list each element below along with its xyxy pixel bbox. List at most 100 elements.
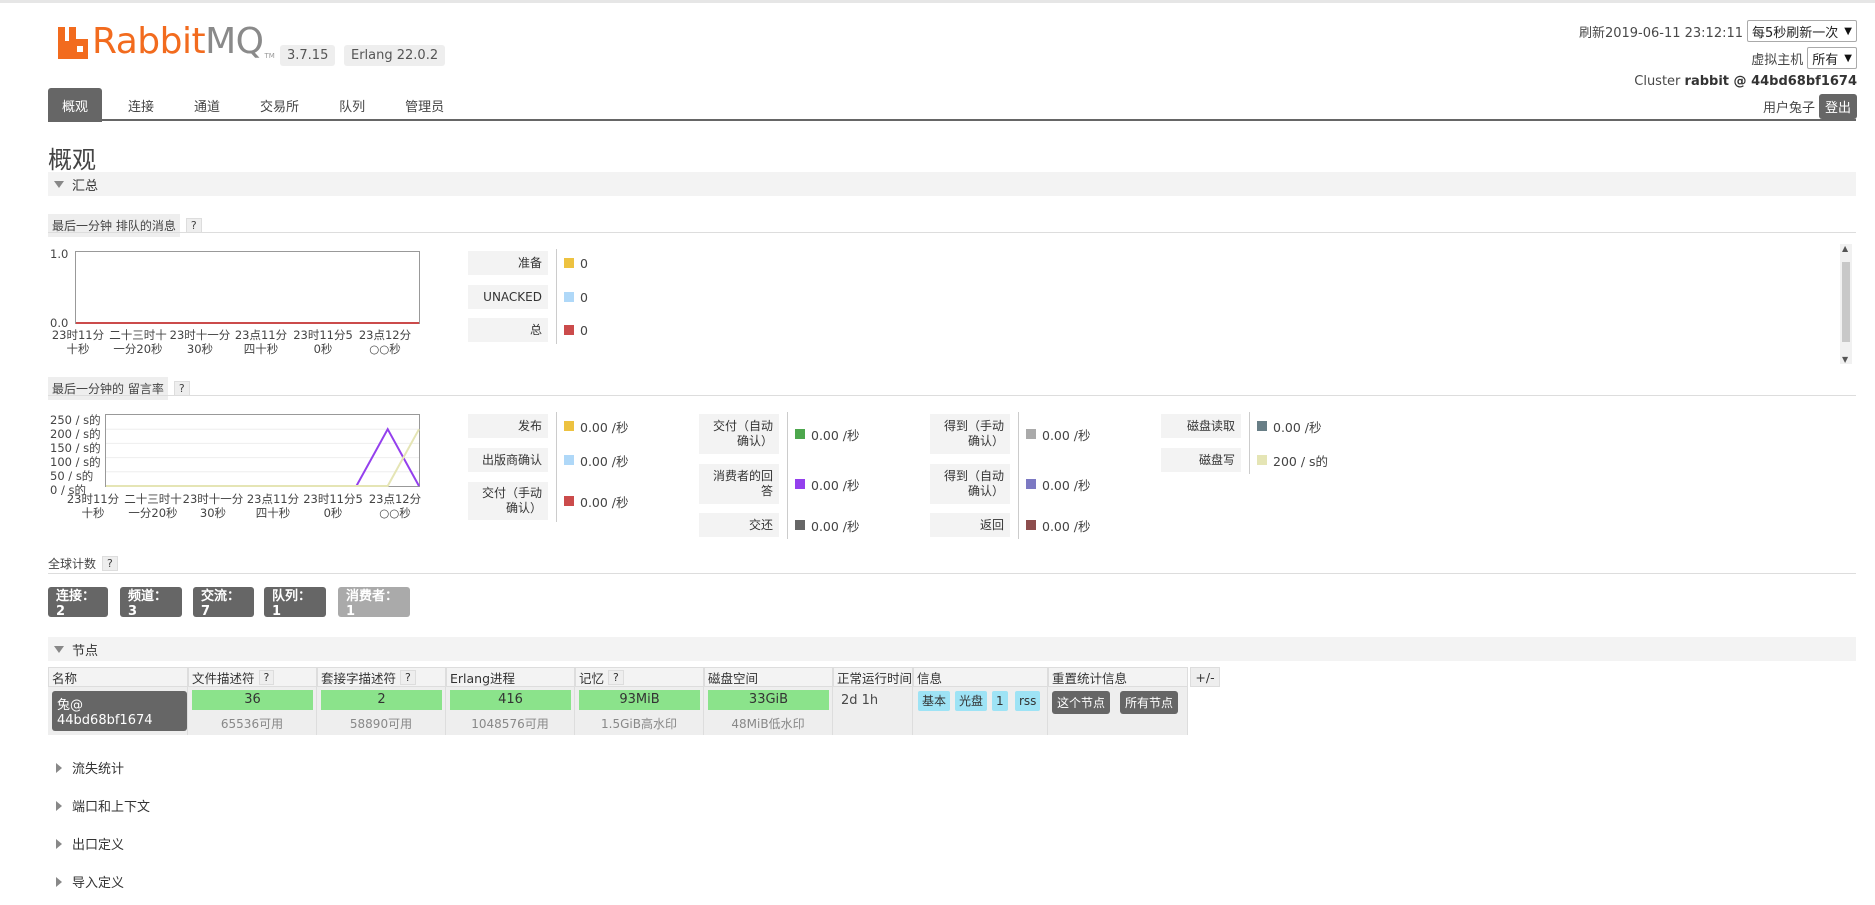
collapsed-section[interactable]: 出口定义	[56, 834, 124, 853]
scroll-thumb[interactable]	[1842, 262, 1850, 342]
tab-exchanges[interactable]: 交易所	[246, 88, 313, 122]
reset-all-nodes-button[interactable]: 所有节点	[1120, 691, 1179, 714]
legend-value: 0	[564, 255, 588, 271]
node-info-cell: 基本 光盘 1 rss	[913, 687, 1048, 735]
node-fd-cell: 36 65536可用	[188, 687, 317, 735]
help-icon[interactable]: ?	[185, 218, 202, 233]
rabbit-logo-icon	[58, 25, 88, 59]
legend-value: 0	[564, 322, 588, 338]
fd-bar: 36	[192, 690, 313, 710]
rates-range-link[interactable]: 最后一分钟的	[52, 382, 124, 396]
info-badge[interactable]: 1	[992, 691, 1008, 711]
legend-separator	[787, 412, 788, 539]
x-tick-label: 23点11分四十秒	[246, 492, 300, 520]
legend-swatch	[795, 479, 805, 489]
legend-value: 0.00 /秒	[564, 493, 629, 510]
nodes-column-header: 重置统计信息	[1048, 667, 1188, 687]
x-tick-label: 23点12分○○秒	[358, 328, 412, 356]
x-tick-label: 二十三时十一分20秒	[124, 492, 182, 520]
x-tick-label: 二十三时十一分20秒	[109, 328, 167, 356]
fd-limit: 65536可用	[220, 717, 284, 731]
tab-connections[interactable]: 连接	[114, 88, 168, 122]
queued-title-text: 排队的消息	[115, 219, 176, 233]
legend-value: 200 / s的	[1257, 452, 1328, 469]
legend-value-text: 0.00 /秒	[811, 477, 860, 493]
legend-label: 返回	[930, 513, 1010, 537]
vhost-value: 所有	[1812, 52, 1839, 68]
refreshed-time: 刷新2019-06-11 23:12:11	[1578, 25, 1744, 41]
x-tick-label: 23点11分四十秒	[234, 328, 288, 356]
legend-value: 0	[564, 289, 588, 305]
info-badge[interactable]: 基本	[918, 691, 951, 711]
help-icon[interactable]: ?	[102, 556, 118, 571]
cluster-label: Cluster	[1634, 74, 1681, 89]
info-badge[interactable]: rss	[1015, 691, 1041, 711]
legend-value-text: 0.00 /秒	[811, 427, 860, 443]
legend-label: 磁盘写	[1161, 448, 1241, 472]
legend-swatch	[1026, 479, 1036, 489]
legend-value-text: 0.00 /秒	[811, 518, 860, 534]
column-header-label: 套接字描述符	[321, 670, 397, 686]
tab-channels[interactable]: 通道	[180, 88, 234, 122]
memory-bar: 93MiB	[579, 690, 700, 710]
collapsed-section-title: 导入定义	[72, 876, 125, 891]
queued-range-link[interactable]: 最后一分钟	[52, 219, 112, 233]
rabbitmq-logo[interactable]: RabbitMQ TM	[58, 24, 275, 60]
x-tick-label: 23时11分50秒	[293, 328, 353, 356]
x-tick-label: 23时十一分30秒	[169, 328, 231, 356]
vertical-scrollbar[interactable]: ▲ ▼	[1840, 244, 1852, 364]
legend-label: 得到（自动确认）	[930, 464, 1010, 504]
collapse-arrow-icon	[54, 645, 64, 653]
legend-swatch	[564, 292, 574, 302]
reset-this-node-button[interactable]: 这个节点	[1052, 691, 1111, 714]
nodes-section-header[interactable]: 节点	[48, 637, 1856, 661]
page-title: 概观	[48, 146, 96, 174]
nodes-column-header: 磁盘空间	[704, 667, 833, 687]
message-rates-chart	[105, 414, 420, 487]
x-tick-label: 23时十一分30秒	[182, 492, 244, 520]
column-header-label: 信息	[917, 670, 943, 686]
scroll-down-icon[interactable]: ▼	[1842, 355, 1848, 364]
nodes-column-header: 正常运行时间	[833, 667, 913, 687]
legend-label: 磁盘读取	[1161, 414, 1241, 438]
consumers-count-button[interactable]: 消费者：1	[338, 587, 410, 619]
scroll-up-icon[interactable]: ▲	[1842, 244, 1848, 253]
nodes-column-header: 名称	[48, 667, 188, 687]
summary-section-header[interactable]: 汇总	[48, 172, 1856, 196]
help-icon[interactable]: ?	[400, 669, 416, 685]
help-icon[interactable]: ?	[173, 381, 190, 396]
column-header-label: 记忆	[579, 670, 605, 686]
user-row: 用户兔子 登出	[1763, 94, 1857, 119]
vhost-select[interactable]: 所有 ▼	[1807, 47, 1857, 69]
memory-limit: 1.5GiB高水印	[601, 717, 677, 731]
legend-swatch	[1257, 455, 1267, 465]
nodes-column-header: 记忆?	[575, 667, 704, 687]
tab-overview[interactable]: 概观	[48, 88, 103, 122]
queues-count-button[interactable]: 队列：1	[264, 587, 326, 619]
plot-frame	[75, 251, 420, 324]
tab-queues[interactable]: 队列	[325, 88, 379, 122]
node-name-link[interactable]: 兔@ 44bd68bf1674	[52, 691, 187, 731]
refresh-row: 刷新2019-06-11 23:12:11 每5秒刷新一次 ▼	[1579, 20, 1857, 42]
connections-count-button[interactable]: 连接：2	[48, 587, 108, 619]
collapsed-section[interactable]: 端口和上下文	[56, 796, 150, 815]
channels-count-button[interactable]: 频道：3	[120, 587, 182, 619]
collapsed-section[interactable]: 导入定义	[56, 872, 124, 891]
logout-button[interactable]: 登出	[1818, 94, 1857, 119]
cluster-info: Cluster rabbit @ 44bd68bf1674	[1634, 74, 1857, 89]
chevron-down-icon: ▼	[1844, 25, 1852, 37]
collapsed-section-title: 出口定义	[72, 838, 125, 853]
erlang-version-badge: Erlang 22.0.2	[344, 45, 446, 66]
legend-swatch	[1257, 421, 1267, 431]
info-badge[interactable]: 光盘	[955, 691, 988, 711]
tab-admin[interactable]: 管理员	[391, 88, 458, 122]
exchanges-count-button[interactable]: 交流：7	[193, 587, 254, 619]
help-icon[interactable]: ?	[258, 669, 275, 685]
legend-label: 发布	[468, 414, 548, 438]
help-icon[interactable]: ?	[608, 669, 624, 685]
refresh-interval-select[interactable]: 每5秒刷新一次 ▼	[1747, 20, 1857, 42]
collapsed-section[interactable]: 流失统计	[56, 758, 124, 777]
columns-toggle-button[interactable]: +/-	[1190, 667, 1220, 687]
global-counts-title: 全球计数	[48, 557, 97, 571]
legend-swatch	[1026, 429, 1036, 439]
